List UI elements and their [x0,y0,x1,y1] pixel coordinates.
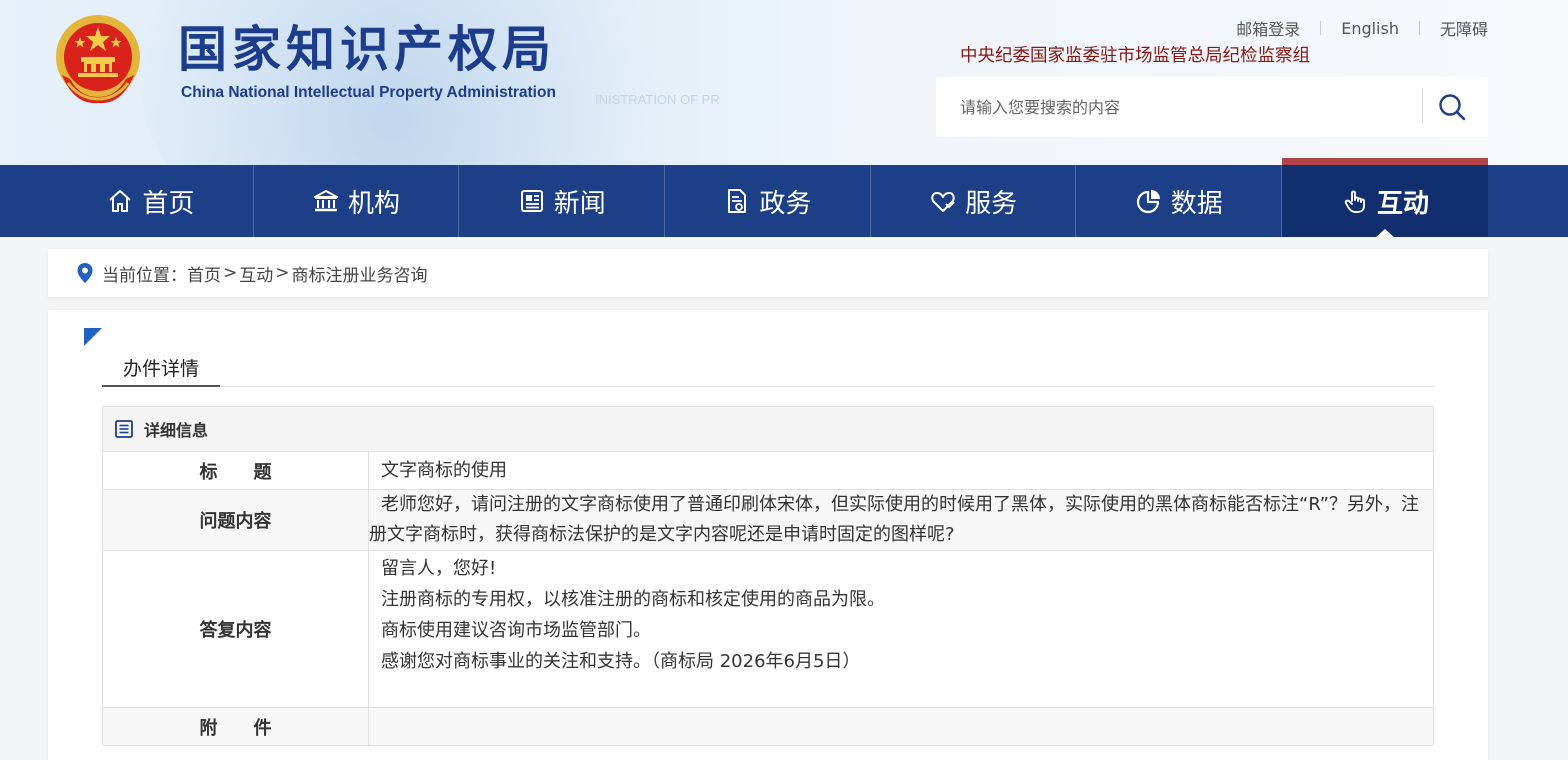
row-label: 答复内容 [103,551,369,707]
breadcrumb-interaction[interactable]: 互动 [239,261,273,286]
answer-line: 商标使用建议咨询市场监管部门。 [381,620,651,641]
nav-item-news[interactable]: 新闻 [459,165,666,237]
main-nav: 首页 机构 新闻 政务 服务 数据 互动 [0,158,1568,237]
content-panel: 办件详情 详细信息 标 题 文字商标的使用 问题内容 老师您好，请问注册的文字商… [48,310,1488,760]
corner-marker [84,328,102,346]
nav-label: 政务 [759,188,812,219]
row-label: 问题内容 [103,490,369,550]
nav-label: 数据 [1170,188,1223,219]
tap-hand-icon [1344,190,1365,213]
national-emblem-logo[interactable] [54,13,142,105]
row-value-title: 文字商标的使用 [381,460,507,481]
detail-header: 详细信息 [103,407,1433,452]
nav-item-interaction[interactable]: 互动 [1282,158,1488,237]
newspaper-icon [520,190,543,212]
home-icon [109,190,131,212]
nav-item-data[interactable]: 数据 [1076,165,1283,237]
nav-item-institution[interactable]: 机构 [254,165,460,237]
breadcrumb-separator: > [275,263,290,283]
mail-login-link[interactable]: 邮箱登录 [1216,16,1320,40]
document-icon [728,189,747,213]
nav-label: 互动 [1376,188,1429,219]
nav-item-government-affairs[interactable]: 政务 [665,165,871,237]
table-row-question: 问题内容 老师您好，请问注册的文字商标使用了普通印刷体宋体，但实际使用的时候用了… [103,490,1433,551]
accessibility-link[interactable]: 无障碍 [1420,16,1488,40]
top-links: 邮箱登录 English 无障碍 [1216,16,1488,40]
row-value-question: 老师您好，请问注册的文字商标使用了普通印刷体宋体，但实际使用的时候用了黑体，实际… [369,494,1419,545]
breadcrumb-prefix: 当前位置： [102,265,187,286]
row-value-answer: 留言人，您好! 注册商标的专用权，以核准注册的商标和核定使用的商品为限。 商标使… [369,551,1433,707]
answer-line: 感谢您对商标事业的关注和支持。（商标局 2026年6月5日） [381,651,861,672]
nav-label: 机构 [348,188,401,219]
nav-label: 首页 [142,188,195,219]
table-row-title: 标 题 文字商标的使用 [103,452,1433,490]
list-document-icon [115,420,133,438]
breadcrumb-separator: > [223,263,238,283]
answer-line: 留言人，您好! [381,558,497,579]
tab-case-details[interactable]: 办件详情 [102,350,220,387]
detail-table: 详细信息 标 题 文字商标的使用 问题内容 老师您好，请问注册的文字商标使用了普… [102,406,1434,746]
detail-header-label: 详细信息 [144,421,209,440]
row-value-attachment [369,708,1433,745]
tab-strip: 办件详情 [102,350,1434,387]
search-divider [1422,89,1423,124]
breadcrumb-current[interactable]: 商标注册业务咨询 [292,261,428,286]
heart-hand-icon [931,192,955,212]
search-icon[interactable] [1436,91,1468,123]
institution-icon [314,190,339,212]
inspection-group-link[interactable]: 中央纪委国家监委驻市场监管总局纪检监察组 [960,42,1310,67]
location-pin-icon [77,263,93,283]
nav-label: 服务 [965,188,1018,219]
search-box [936,77,1488,137]
row-label: 标 题 [103,452,369,489]
answer-line: 注册商标的专用权，以核准注册的商标和核定使用的商品为限。 [381,589,885,610]
site-header: 国家知识产权局 China National Intellectual Prop… [0,0,1568,165]
table-row-answer: 答复内容 留言人，您好! 注册商标的专用权，以核准注册的商标和核定使用的商品为限… [103,551,1433,708]
table-row-attachment: 附 件 [103,708,1433,745]
site-title: 国家知识产权局 [178,21,557,78]
search-input[interactable] [936,77,1421,137]
nav-item-home[interactable]: 首页 [48,165,254,237]
site-title-english: China National Intellectual Property Adm… [181,84,556,101]
row-label: 附 件 [103,708,369,745]
nav-item-services[interactable]: 服务 [871,165,1077,237]
breadcrumb: 当前位置： 首页 > 互动 > 商标注册业务咨询 [48,249,1488,297]
breadcrumb-home[interactable]: 首页 [187,261,221,286]
pie-chart-icon [1136,190,1160,214]
header-watermark: INISTRATION OF PR [595,92,720,107]
english-link[interactable]: English [1321,19,1419,38]
nav-label: 新闻 [553,188,606,219]
